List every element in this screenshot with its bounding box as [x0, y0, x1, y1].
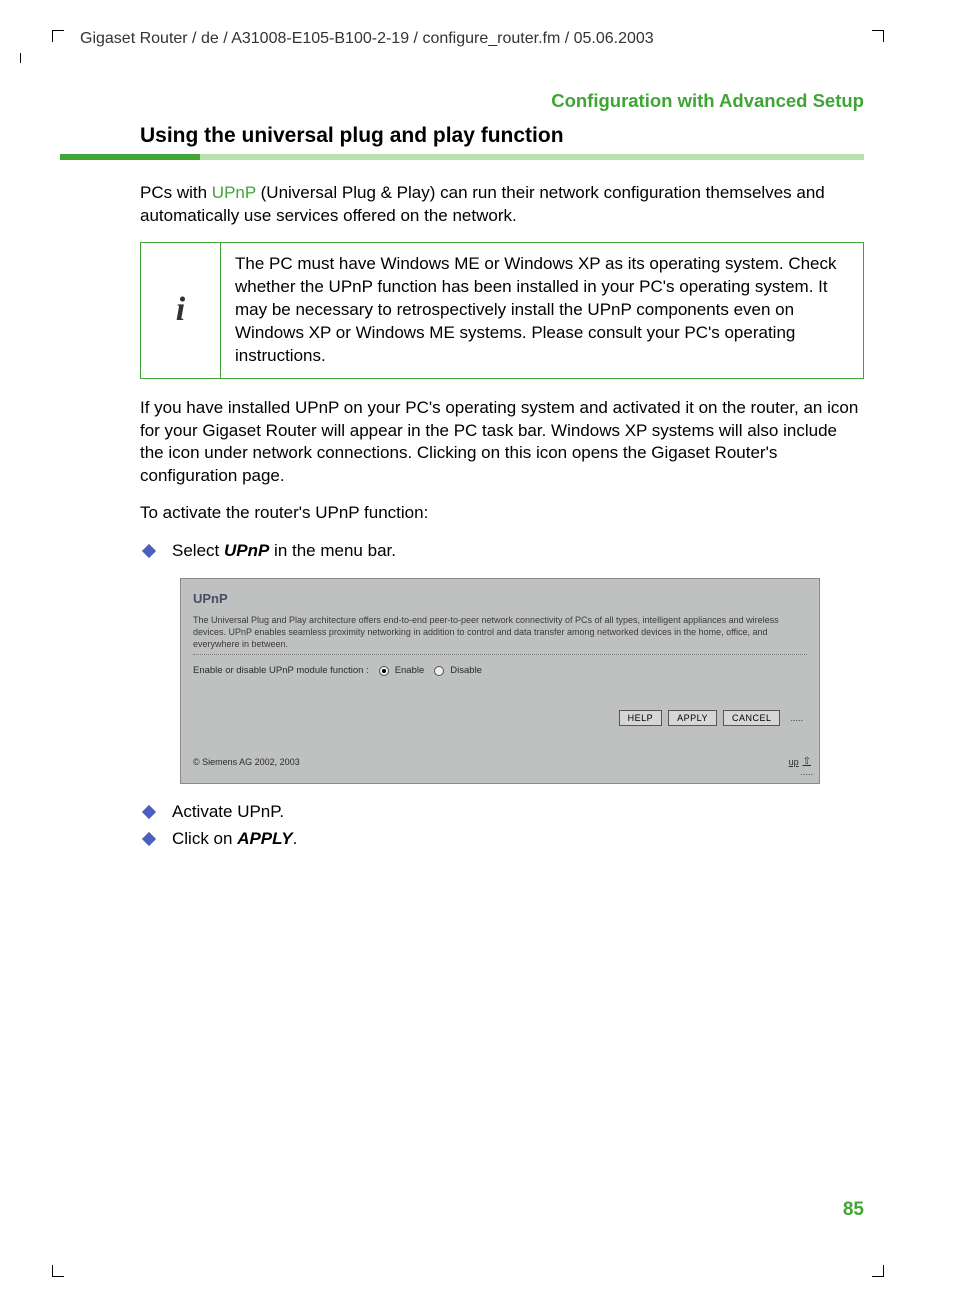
up-link[interactable]: up ⇧	[789, 756, 811, 767]
cancel-button[interactable]: CANCEL	[723, 710, 781, 726]
bullet3-post: .	[293, 829, 298, 848]
crop-mark	[872, 1265, 884, 1277]
ss-title: UPnP	[193, 591, 807, 606]
bullet2-text: Activate UPnP.	[172, 800, 284, 825]
ss-copyright: © Siemens AG 2002, 2003	[193, 757, 300, 767]
page-number: 85	[843, 1199, 864, 1221]
apply-button[interactable]: APPLY	[668, 710, 717, 726]
crop-mark	[52, 1265, 64, 1277]
embedded-screenshot: UPnP The Universal Plug and Play archite…	[180, 578, 820, 784]
section-title: Configuration with Advanced Setup	[60, 90, 864, 112]
bullet1-post: in the menu bar.	[269, 541, 396, 560]
info-icon: i	[141, 243, 221, 378]
crop-mark	[872, 30, 884, 42]
bullet-click-apply: Click on APPLY.	[140, 827, 864, 852]
header-path: Gigaset Router / de / A31008-E105-B100-2…	[80, 30, 864, 48]
radio-enable-label: Enable	[395, 665, 425, 676]
diamond-icon	[142, 832, 156, 846]
rule-accent	[60, 154, 200, 160]
bullet1-bold: UPnP	[224, 541, 269, 560]
info-box: i The PC must have Windows ME or Windows…	[140, 242, 864, 379]
ss-radio-label: Enable or disable UPnP module function :	[193, 665, 369, 676]
paragraph-3: To activate the router's UPnP function:	[140, 502, 864, 525]
diamond-icon	[142, 805, 156, 819]
bullet3-bold: APPLY	[237, 829, 292, 848]
radio-disable-label: Disable	[450, 665, 482, 676]
crop-mark	[52, 30, 64, 42]
info-text: The PC must have Windows ME or Windows X…	[221, 243, 863, 378]
corner-dots: .....	[181, 767, 819, 777]
help-button[interactable]: HELP	[619, 710, 663, 726]
ss-description: The Universal Plug and Play architecture…	[193, 614, 807, 650]
bullet1-pre: Select	[172, 541, 224, 560]
intro-paragraph: PCs with UPnP (Universal Plug & Play) ca…	[140, 182, 864, 228]
ss-divider	[193, 654, 807, 655]
up-label: up	[789, 757, 799, 767]
rule-light	[200, 154, 864, 160]
ss-radio-row: Enable or disable UPnP module function :…	[193, 665, 807, 676]
radio-disable[interactable]	[434, 666, 444, 676]
crop-tick	[20, 53, 21, 63]
bullet3-pre: Click on	[172, 829, 237, 848]
bullet-select-upnp: Select UPnP in the menu bar.	[140, 539, 864, 564]
radio-enable[interactable]	[379, 666, 389, 676]
upnp-term: UPnP	[212, 183, 256, 202]
diamond-icon	[142, 544, 156, 558]
up-arrow-icon: ⇧	[803, 756, 811, 767]
bullet-activate-upnp: Activate UPnP.	[140, 800, 864, 825]
page-heading: Using the universal plug and play functi…	[140, 124, 864, 148]
intro-pre: PCs with	[140, 183, 212, 202]
paragraph-2: If you have installed UPnP on your PC's …	[140, 397, 864, 489]
resize-dots: .....	[790, 713, 803, 723]
